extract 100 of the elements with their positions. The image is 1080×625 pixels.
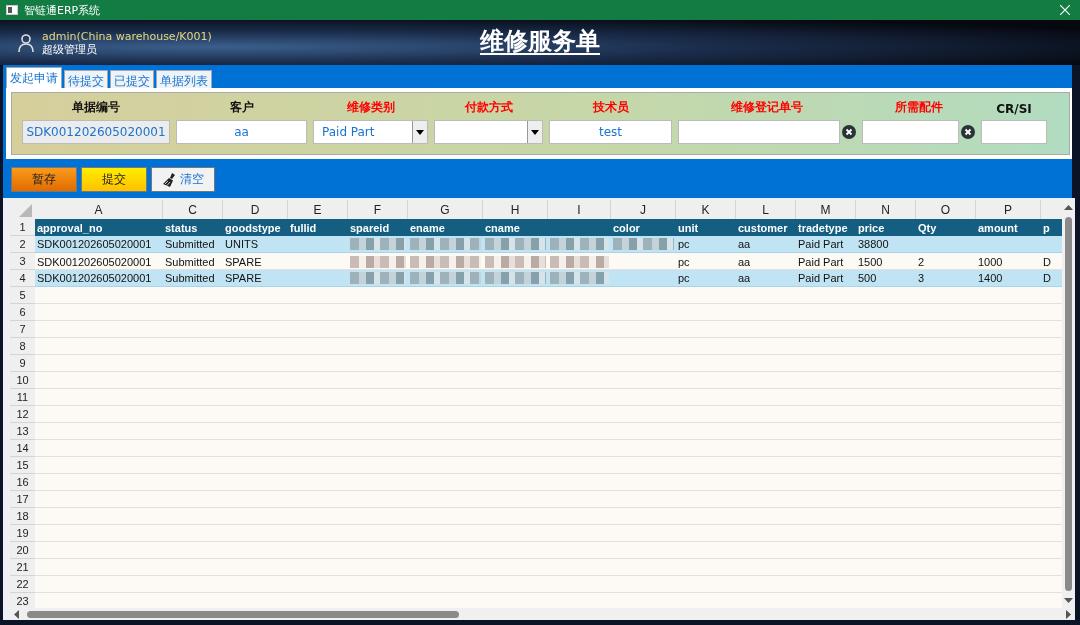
row-number: 19 xyxy=(10,525,35,542)
row-number: 16 xyxy=(10,474,35,491)
row-number: 11 xyxy=(10,389,35,406)
row-number: 14 xyxy=(10,440,35,457)
column-heading: tradetype xyxy=(798,221,848,234)
user-icon xyxy=(18,33,34,52)
tab[interactable]: 发起申请 xyxy=(6,67,62,88)
table-cell: pc xyxy=(678,255,690,268)
table-cell: Paid Part xyxy=(798,238,844,250)
table-cell: Paid Part xyxy=(798,272,844,284)
input-field[interactable] xyxy=(678,120,840,144)
input-field[interactable]: test xyxy=(549,120,672,144)
dropdown-button[interactable] xyxy=(412,121,427,143)
horizontal-scrollbar[interactable] xyxy=(10,608,1075,620)
blurred-block xyxy=(550,255,609,268)
vertical-scrollbar[interactable] xyxy=(1062,200,1075,608)
document-number-field[interactable]: SDK001202605020001 xyxy=(22,120,170,144)
table-cell: Submitted xyxy=(165,238,215,250)
dropdown-button[interactable] xyxy=(527,121,542,143)
table-cell: 1500 xyxy=(858,255,883,268)
clear-button[interactable]: 清空 xyxy=(151,167,215,192)
table-cell: D xyxy=(1043,272,1051,284)
input-field[interactable]: aa xyxy=(176,120,307,144)
table-cell: Submitted xyxy=(165,255,215,268)
column-heading: amount xyxy=(978,221,1018,234)
scroll-down-icon[interactable] xyxy=(1064,596,1073,605)
scroll-left-icon[interactable] xyxy=(12,609,21,619)
caret-icon xyxy=(531,129,539,135)
table-cell: 3 xyxy=(918,272,925,284)
row-number: 15 xyxy=(10,457,35,474)
table-cell: pc xyxy=(678,272,690,284)
tab[interactable]: 单据列表 xyxy=(156,70,212,88)
row-number: 3 xyxy=(10,253,35,270)
user-account: admin(China warehouse/K001) xyxy=(42,29,212,43)
field-label: 维修登记单号 xyxy=(731,99,803,116)
row-number: 2 xyxy=(10,236,35,253)
table-cell: D xyxy=(1043,255,1051,268)
field-label: 所需配件 xyxy=(894,99,943,116)
row-number: 10 xyxy=(10,372,35,389)
page-title: 维修服务单 xyxy=(480,26,600,57)
field-label: 技术员 xyxy=(592,99,629,116)
table-cell: aa xyxy=(738,238,751,250)
column-heading: color xyxy=(613,221,640,234)
app-icon xyxy=(6,5,18,15)
blurred-block xyxy=(350,272,406,284)
field-label: CR/SI xyxy=(996,102,1032,116)
row-number: 6 xyxy=(10,304,35,321)
row-number: 20 xyxy=(10,542,35,559)
column-heading: goodstype xyxy=(225,221,281,234)
row-number: 9 xyxy=(10,355,35,372)
column-heading: spareid xyxy=(350,221,390,234)
input-field[interactable] xyxy=(862,120,959,144)
row-number: 17 xyxy=(10,491,35,508)
row-number: 18 xyxy=(10,508,35,525)
dropdown[interactable]: Paid Part xyxy=(313,120,428,144)
user-role: 超级管理员 xyxy=(42,42,98,56)
column-heading: ename xyxy=(410,221,445,234)
table-cell: SDK001202605020001 xyxy=(37,255,152,268)
row-number: 12 xyxy=(10,406,35,423)
table-cell: Paid Part xyxy=(798,255,844,268)
row-number: 13 xyxy=(10,423,35,440)
blurred-block xyxy=(410,272,481,284)
table-cell: 1000 xyxy=(978,255,1003,268)
row-number: 22 xyxy=(10,576,35,593)
table-cell: 1400 xyxy=(978,272,1003,284)
row-number: 4 xyxy=(10,270,35,287)
submit-button[interactable]: 提交 xyxy=(81,167,147,192)
clear-icon[interactable] xyxy=(842,125,856,139)
scroll-right-icon[interactable] xyxy=(1064,609,1073,619)
clear-icon[interactable] xyxy=(961,125,975,139)
input-field[interactable] xyxy=(981,120,1047,144)
table-cell: SPARE xyxy=(225,255,262,268)
column-heading: cname xyxy=(485,221,520,234)
row-number: 1 xyxy=(10,219,35,236)
column-heading: unit xyxy=(678,221,699,234)
table-cell: aa xyxy=(738,255,751,268)
blurred-block xyxy=(350,238,406,250)
column-heading: Qty xyxy=(918,221,937,234)
save-draft-button[interactable]: 暂存 xyxy=(11,167,77,192)
table-cell: SPARE xyxy=(225,272,262,284)
window-title: 智链通ERP系统 xyxy=(24,2,102,18)
column-heading: customer xyxy=(738,221,788,234)
table-cell: 500 xyxy=(858,272,877,284)
row-number: 5 xyxy=(10,287,35,304)
blurred-block xyxy=(613,238,674,250)
column-heading: approval_no xyxy=(37,221,103,234)
field-label: 单据编号 xyxy=(72,99,120,116)
blurred-block xyxy=(350,255,406,268)
tab[interactable]: 待提交 xyxy=(64,70,108,88)
scroll-up-icon[interactable] xyxy=(1064,203,1073,212)
blurred-block xyxy=(550,238,609,250)
table-cell: Submitted xyxy=(165,272,215,284)
row-number: 7 xyxy=(10,321,35,338)
table-cell: SDK001202605020001 xyxy=(37,272,152,284)
row-number: 23 xyxy=(10,593,35,608)
blurred-block xyxy=(410,238,481,250)
field-label: 付款方式 xyxy=(464,99,513,116)
tab[interactable]: 已提交 xyxy=(110,70,154,88)
broom-icon xyxy=(162,171,178,188)
table-cell: aa xyxy=(738,272,751,284)
